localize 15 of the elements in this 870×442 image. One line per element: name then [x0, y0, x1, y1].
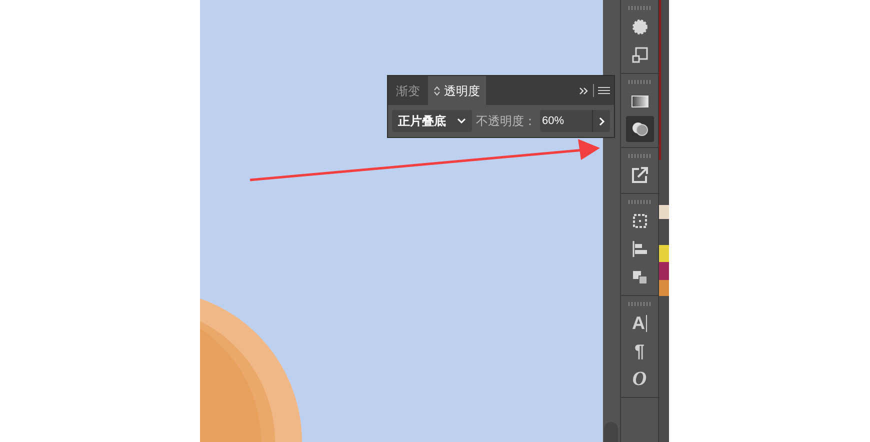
- panel-tab[interactable]: 透明度: [428, 76, 486, 105]
- blend-mode-dropdown[interactable]: 正片叠底: [392, 110, 472, 132]
- grip-icon[interactable]: [628, 302, 652, 306]
- grip-icon[interactable]: [628, 154, 652, 158]
- grip-icon[interactable]: [628, 200, 652, 204]
- grip-icon[interactable]: [628, 80, 652, 84]
- opacity-field[interactable]: 60%: [540, 110, 592, 132]
- opacity-label: 不透明度：: [476, 113, 536, 130]
- overlapping-circles-icon[interactable]: [626, 116, 654, 142]
- sort-icon: [434, 86, 440, 96]
- scrollbar-thumb[interactable]: [604, 422, 618, 442]
- chevron-down-icon: [457, 118, 466, 124]
- chevron-right-icon[interactable]: [592, 110, 610, 132]
- grip-icon[interactable]: [628, 6, 652, 10]
- panel-tab[interactable]: 渐变: [388, 76, 428, 105]
